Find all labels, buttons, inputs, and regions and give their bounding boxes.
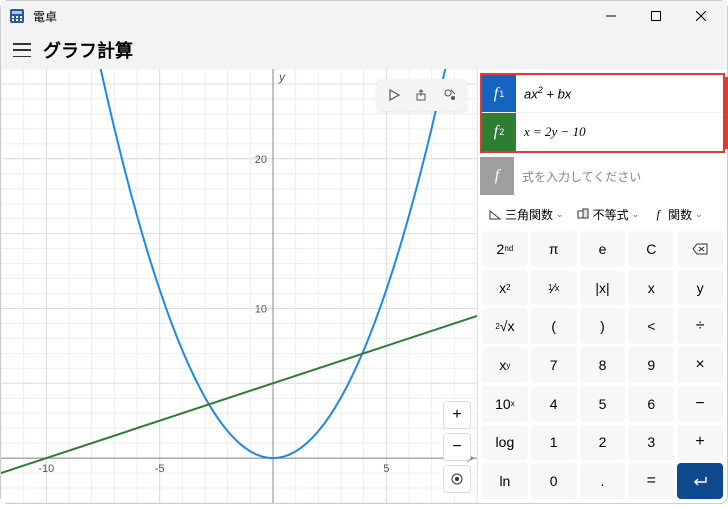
key-+[interactable]: + — [677, 425, 723, 461]
key-1[interactable]: 1 — [531, 425, 577, 461]
key-C[interactable]: C — [628, 231, 674, 267]
key-([interactable]: ( — [531, 308, 577, 344]
key-x[interactable]: x — [628, 270, 674, 306]
svg-text:y: y — [278, 70, 286, 84]
angle-icon — [488, 207, 502, 221]
key-.[interactable]: . — [580, 463, 626, 499]
key-)[interactable]: ) — [580, 308, 626, 344]
equation-row[interactable]: f1 ax2 + bx — [482, 75, 723, 113]
key-7[interactable]: 7 — [531, 347, 577, 383]
key-×[interactable]: × — [677, 347, 723, 383]
svg-text:-10: -10 — [38, 463, 54, 475]
key-4[interactable]: 4 — [531, 386, 577, 422]
key-|x|[interactable]: |x| — [580, 270, 626, 306]
key-2[interactable]: 2 — [580, 425, 626, 461]
inequality-dropdown[interactable]: 不等式⌄ — [572, 204, 644, 225]
key-=[interactable]: = — [628, 463, 674, 499]
function-dropdown[interactable]: f 関数⌄ — [647, 204, 707, 225]
key-÷[interactable]: ÷ — [677, 308, 723, 344]
trace-button[interactable] — [381, 83, 407, 107]
key-ln[interactable]: ln — [482, 463, 528, 499]
equation-highlight: f1 ax2 + bx f2 x = 2y − 10 — [480, 73, 725, 153]
key-xʸ[interactable]: xy — [482, 347, 528, 383]
keypad: 2ndπeCx21⁄x|x|xy2√x()<÷xy789×10x456−log1… — [478, 231, 727, 503]
maximize-button[interactable] — [633, 1, 678, 31]
equation-text-2[interactable]: x = 2y − 10 — [516, 113, 723, 151]
header: グラフ計算 — [1, 31, 727, 69]
minimize-button[interactable] — [588, 1, 633, 31]
key-<[interactable]: < — [628, 308, 674, 344]
svg-text:-5: -5 — [155, 463, 165, 475]
function-icon: f — [651, 207, 665, 221]
key-5[interactable]: 5 — [580, 386, 626, 422]
key-e[interactable]: e — [580, 231, 626, 267]
key-y[interactable]: y — [677, 270, 723, 306]
window-title: 電卓 — [33, 8, 588, 25]
equation-list: f1 ax2 + bx f2 x = 2y − 10 f 式を入力してください — [478, 69, 727, 197]
trig-dropdown[interactable]: 三角関数⌄ — [484, 204, 568, 225]
equation-text-1[interactable]: ax2 + bx — [516, 75, 723, 112]
key-6[interactable]: 6 — [628, 386, 674, 422]
graph-toolbar — [377, 79, 467, 111]
equation-input-row[interactable]: f 式を入力してください — [480, 157, 725, 195]
key-↵[interactable] — [677, 463, 723, 499]
mode-title: グラフ計算 — [43, 37, 133, 63]
titlebar: 電卓 — [1, 1, 727, 31]
zoom-in-button[interactable]: + — [443, 401, 471, 429]
zoom-out-button[interactable]: − — [443, 433, 471, 461]
svg-text:10: 10 — [255, 303, 267, 315]
settings-button[interactable] — [437, 83, 463, 107]
recenter-button[interactable] — [443, 465, 471, 493]
key-²√x[interactable]: 2√x — [482, 308, 528, 344]
key-⌫[interactable] — [677, 231, 723, 267]
zoom-controls: + − — [443, 401, 471, 493]
inequality-icon — [576, 207, 590, 221]
equation-row[interactable]: f2 x = 2y − 10 — [482, 113, 723, 151]
key-2ⁿᵈ[interactable]: 2nd — [482, 231, 528, 267]
svg-text:20: 20 — [255, 154, 267, 166]
equation-badge-new[interactable]: f — [480, 157, 514, 195]
equation-badge-1[interactable]: f1 — [482, 75, 516, 112]
key-8[interactable]: 8 — [580, 347, 626, 383]
app-icon — [9, 8, 25, 24]
key-−[interactable]: − — [677, 386, 723, 422]
key-9[interactable]: 9 — [628, 347, 674, 383]
key-log[interactable]: log — [482, 425, 528, 461]
menu-button[interactable] — [13, 43, 31, 57]
graph-canvas[interactable]: y -10 -5 5 10 20 — [1, 69, 477, 503]
dropdown-bar: 三角関数⌄ 不等式⌄ f 関数⌄ — [478, 197, 727, 231]
graph-pane[interactable]: y -10 -5 5 10 20 + − — [1, 69, 477, 503]
key-¹⁄ₓ[interactable]: 1⁄x — [531, 270, 577, 306]
key-x²[interactable]: x2 — [482, 270, 528, 306]
close-button[interactable] — [678, 1, 723, 31]
share-button[interactable] — [409, 83, 435, 107]
equation-placeholder[interactable]: 式を入力してください — [514, 157, 725, 195]
key-10ˣ[interactable]: 10x — [482, 386, 528, 422]
equation-badge-2[interactable]: f2 — [482, 113, 516, 151]
key-3[interactable]: 3 — [628, 425, 674, 461]
key-π[interactable]: π — [531, 231, 577, 267]
right-pane: f1 ax2 + bx f2 x = 2y − 10 f 式を入力してください … — [477, 69, 727, 503]
key-0[interactable]: 0 — [531, 463, 577, 499]
svg-text:5: 5 — [383, 463, 389, 475]
